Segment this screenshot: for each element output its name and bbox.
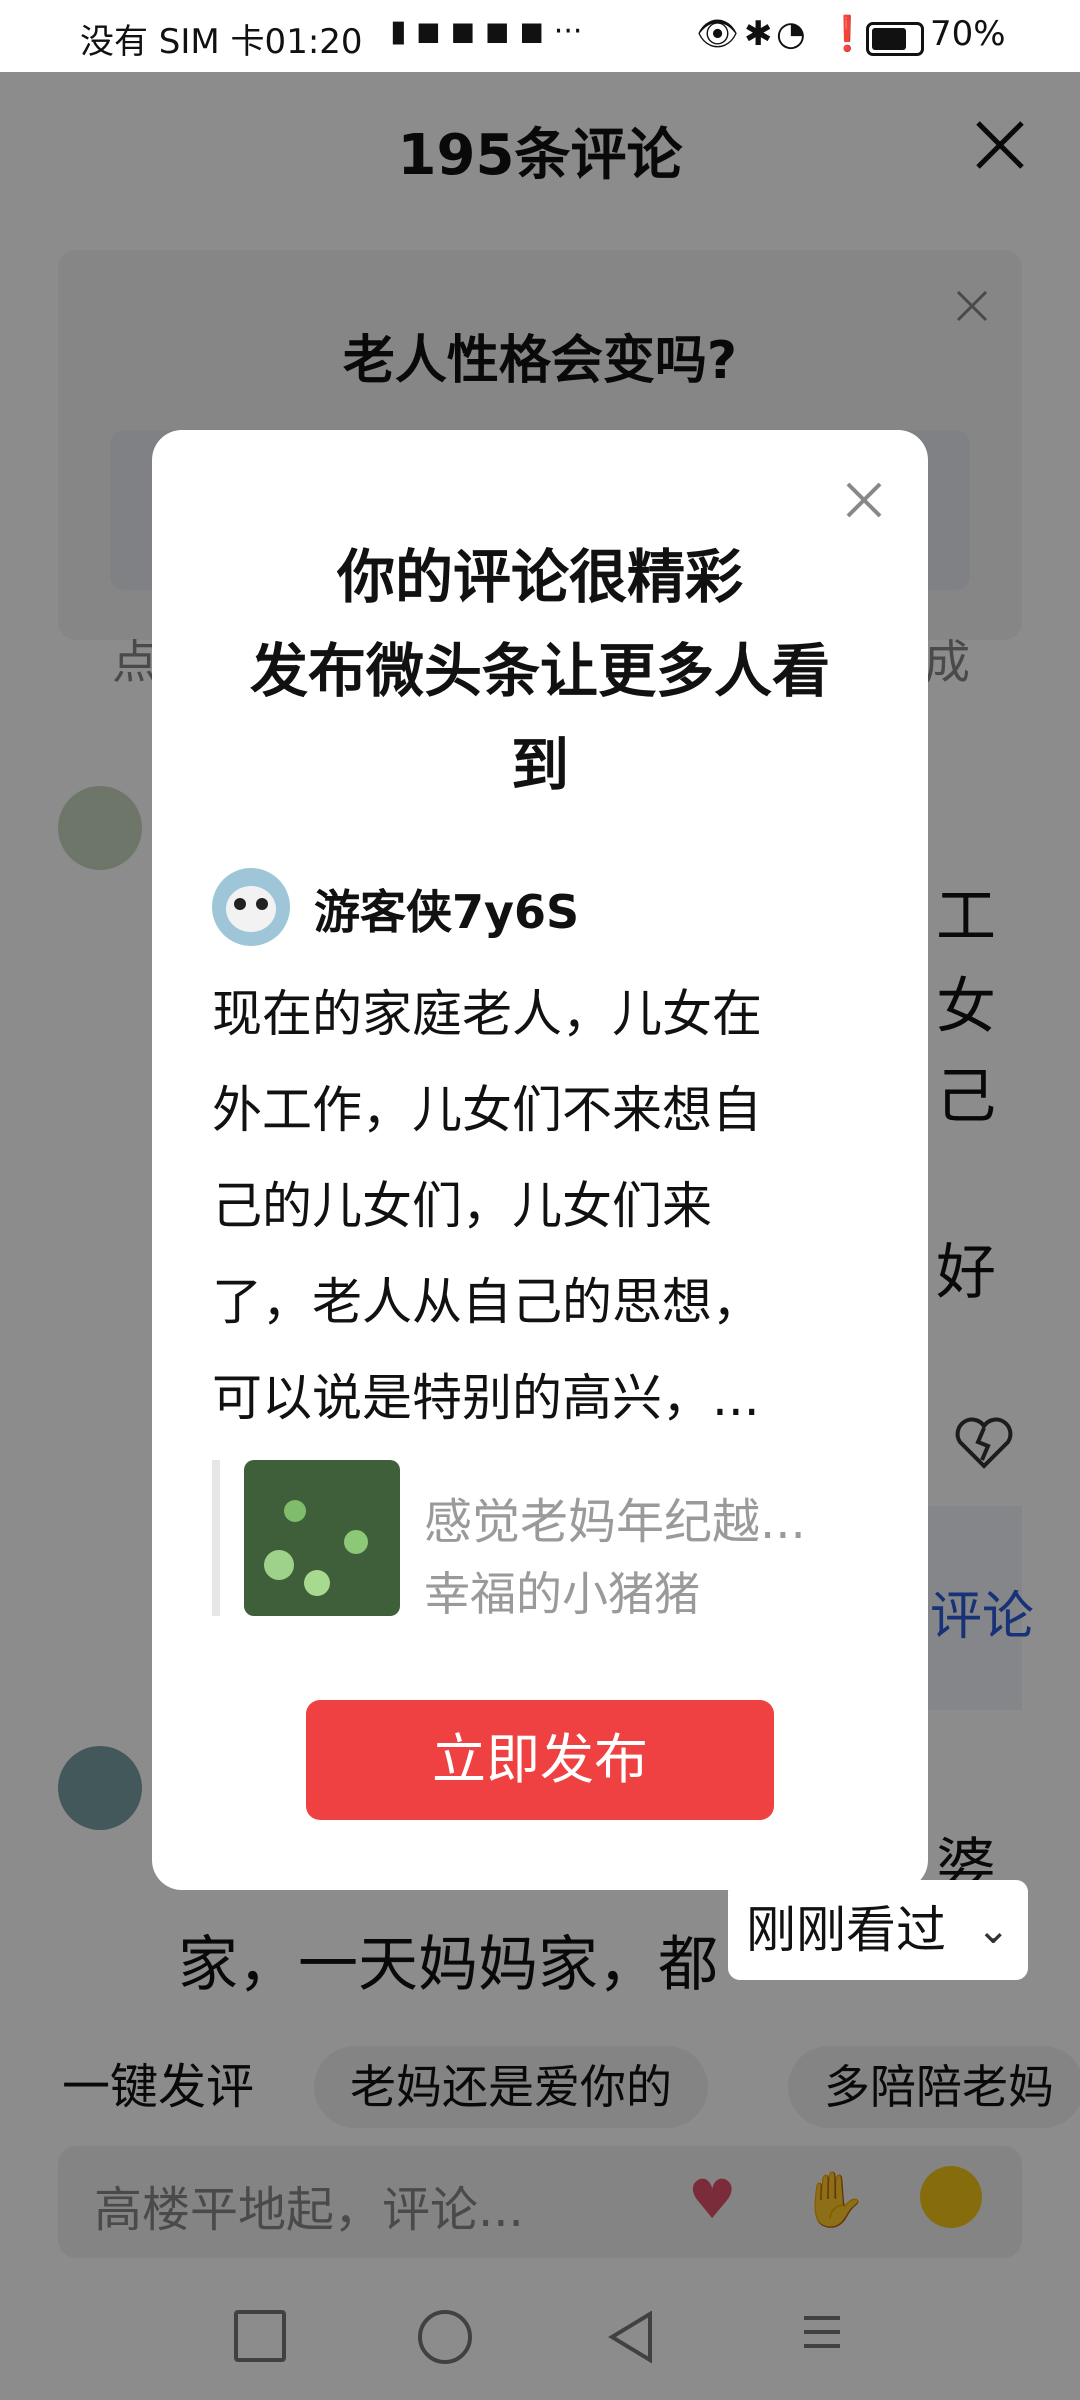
publish-button[interactable]: 立即发布 — [306, 1700, 774, 1820]
quoted-article-author: 幸福的小猪猪 — [424, 1567, 700, 1621]
comment-preview: 现在的家庭老人，儿女在 外工作，儿女们不来想自 己的儿女们，儿女们来 了，老人从… — [212, 966, 832, 1446]
status-left-text: 没有 SIM 卡01:20 — [80, 22, 363, 62]
dialog-title: 你的评论很精彩 发布微头条让更多人看 到 — [152, 530, 928, 812]
notification-icons: ▮ ◼ ◼ ◼ ◼ ··· — [390, 14, 583, 49]
dialog-title-line: 发布微头条让更多人看 — [249, 637, 830, 705]
comment-line: 己的儿女们，儿女们来 — [212, 1177, 712, 1235]
quoted-article-title: 感觉老妈年纪越... — [424, 1494, 806, 1550]
comment-line: 了，老人从自己的思想， — [212, 1273, 762, 1331]
battery-icon — [866, 22, 924, 56]
battery-percent: 70% — [930, 14, 1006, 54]
dialog-title-line: 你的评论很精彩 — [336, 543, 743, 611]
bluetooth-icon: ✱ — [744, 14, 773, 54]
wifi-icon: ◔ — [776, 14, 806, 54]
eye-icon: 👁 — [696, 14, 740, 54]
comment-line: 现在的家庭老人，儿女在 — [212, 985, 762, 1043]
username: 游客侠7y6S — [314, 885, 580, 939]
alert-icon: ❗ — [826, 14, 869, 54]
status-bar: 没有 SIM 卡01:20 ▮ ◼ ◼ ◼ ◼ ··· 👁 ✱ ◔ ❗ 70% — [0, 0, 1080, 72]
avatar — [212, 868, 290, 946]
comment-line: 可以说是特别的高兴，... — [212, 1369, 760, 1427]
article-thumbnail — [244, 1460, 400, 1616]
recently-viewed-label: 刚刚看过 — [746, 1901, 946, 1959]
chevron-down-icon: ⌄ — [976, 1907, 1010, 1953]
comment-line: 外工作，儿女们不来想自 — [212, 1081, 762, 1139]
quote-divider — [212, 1460, 220, 1616]
recently-viewed-button[interactable]: 刚刚看过 ⌄ — [728, 1880, 1028, 1980]
dialog-title-line: 到 — [510, 731, 569, 799]
dialog-close-icon[interactable] — [842, 478, 886, 522]
